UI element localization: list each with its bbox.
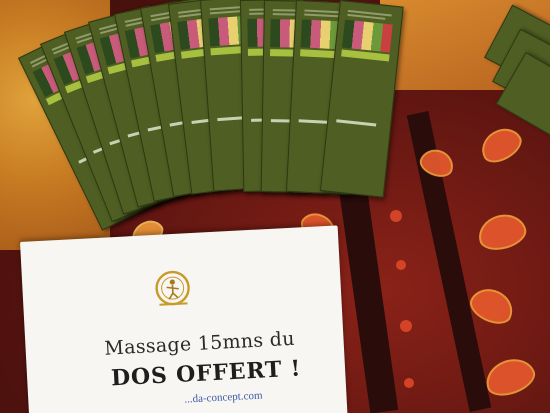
massage-offer-sign: Massage 15mns du DOS OFFERT ! ...da-conc… xyxy=(20,225,348,413)
dancing-figure-logo-icon xyxy=(155,270,190,306)
photo-scene: Massage 15mns du DOS OFFERT ! ...da-conc… xyxy=(0,0,550,413)
